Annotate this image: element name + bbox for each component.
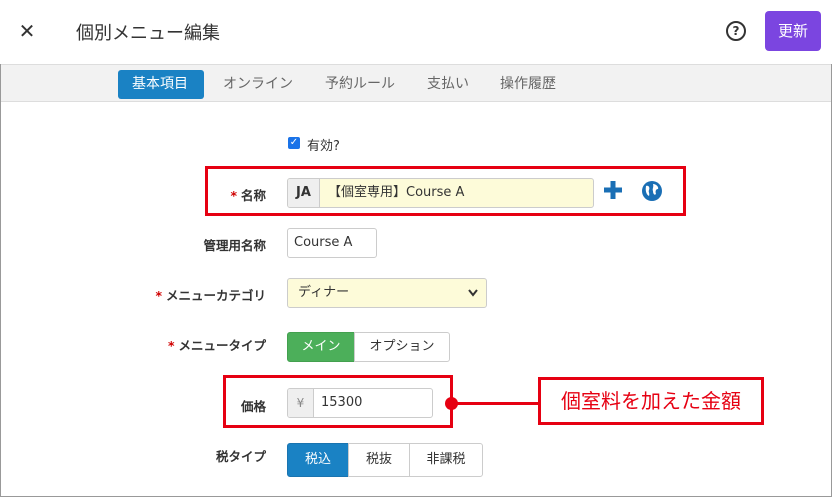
update-button[interactable]: 更新	[765, 11, 821, 51]
enabled-checkbox[interactable]: ✓	[288, 137, 300, 149]
category-selected-value: ディナー	[298, 285, 350, 300]
tab-history[interactable]: 操作履歴	[486, 70, 570, 99]
tab-payment[interactable]: 支払い	[413, 70, 483, 99]
tab-bar: 基本項目 オンライン 予約ルール 支払い 操作履歴	[1, 64, 831, 102]
tab-basic[interactable]: 基本項目	[118, 70, 204, 99]
category-label: * メニューカテゴリ	[155, 288, 266, 303]
tax-type-label: 税タイプ	[215, 449, 266, 464]
menu-type-option-button[interactable]: オプション	[354, 332, 450, 362]
tax-excluded-button[interactable]: 税抜	[348, 443, 410, 477]
close-icon[interactable]: ✕	[16, 20, 38, 42]
name-highlight-box	[205, 166, 686, 216]
help-icon[interactable]: ?	[726, 21, 746, 41]
tax-included-button[interactable]: 税込	[287, 443, 349, 477]
price-highlight-box	[223, 375, 453, 428]
tab-reservation-rules[interactable]: 予約ルール	[311, 70, 409, 99]
menu-type-label: * メニュータイプ	[167, 338, 266, 353]
enabled-label: 有効?	[307, 139, 340, 154]
annotation-dot	[445, 397, 458, 410]
header: ✕ 個別メニュー編集 ? 更新	[0, 0, 832, 64]
menu-type-main-button[interactable]: メイン	[287, 332, 355, 362]
annotation-connector	[451, 402, 539, 405]
chevron-down-icon	[468, 289, 478, 297]
tab-online[interactable]: オンライン	[209, 70, 307, 99]
admin-name-label: 管理用名称	[203, 238, 266, 253]
admin-name-input[interactable]: Course A	[287, 228, 377, 258]
tax-exempt-button[interactable]: 非課税	[409, 443, 483, 477]
category-select[interactable]: ディナー	[287, 278, 487, 308]
page-title: 個別メニュー編集	[76, 23, 220, 44]
annotation-callout: 個室料を加えた金額	[538, 377, 764, 425]
